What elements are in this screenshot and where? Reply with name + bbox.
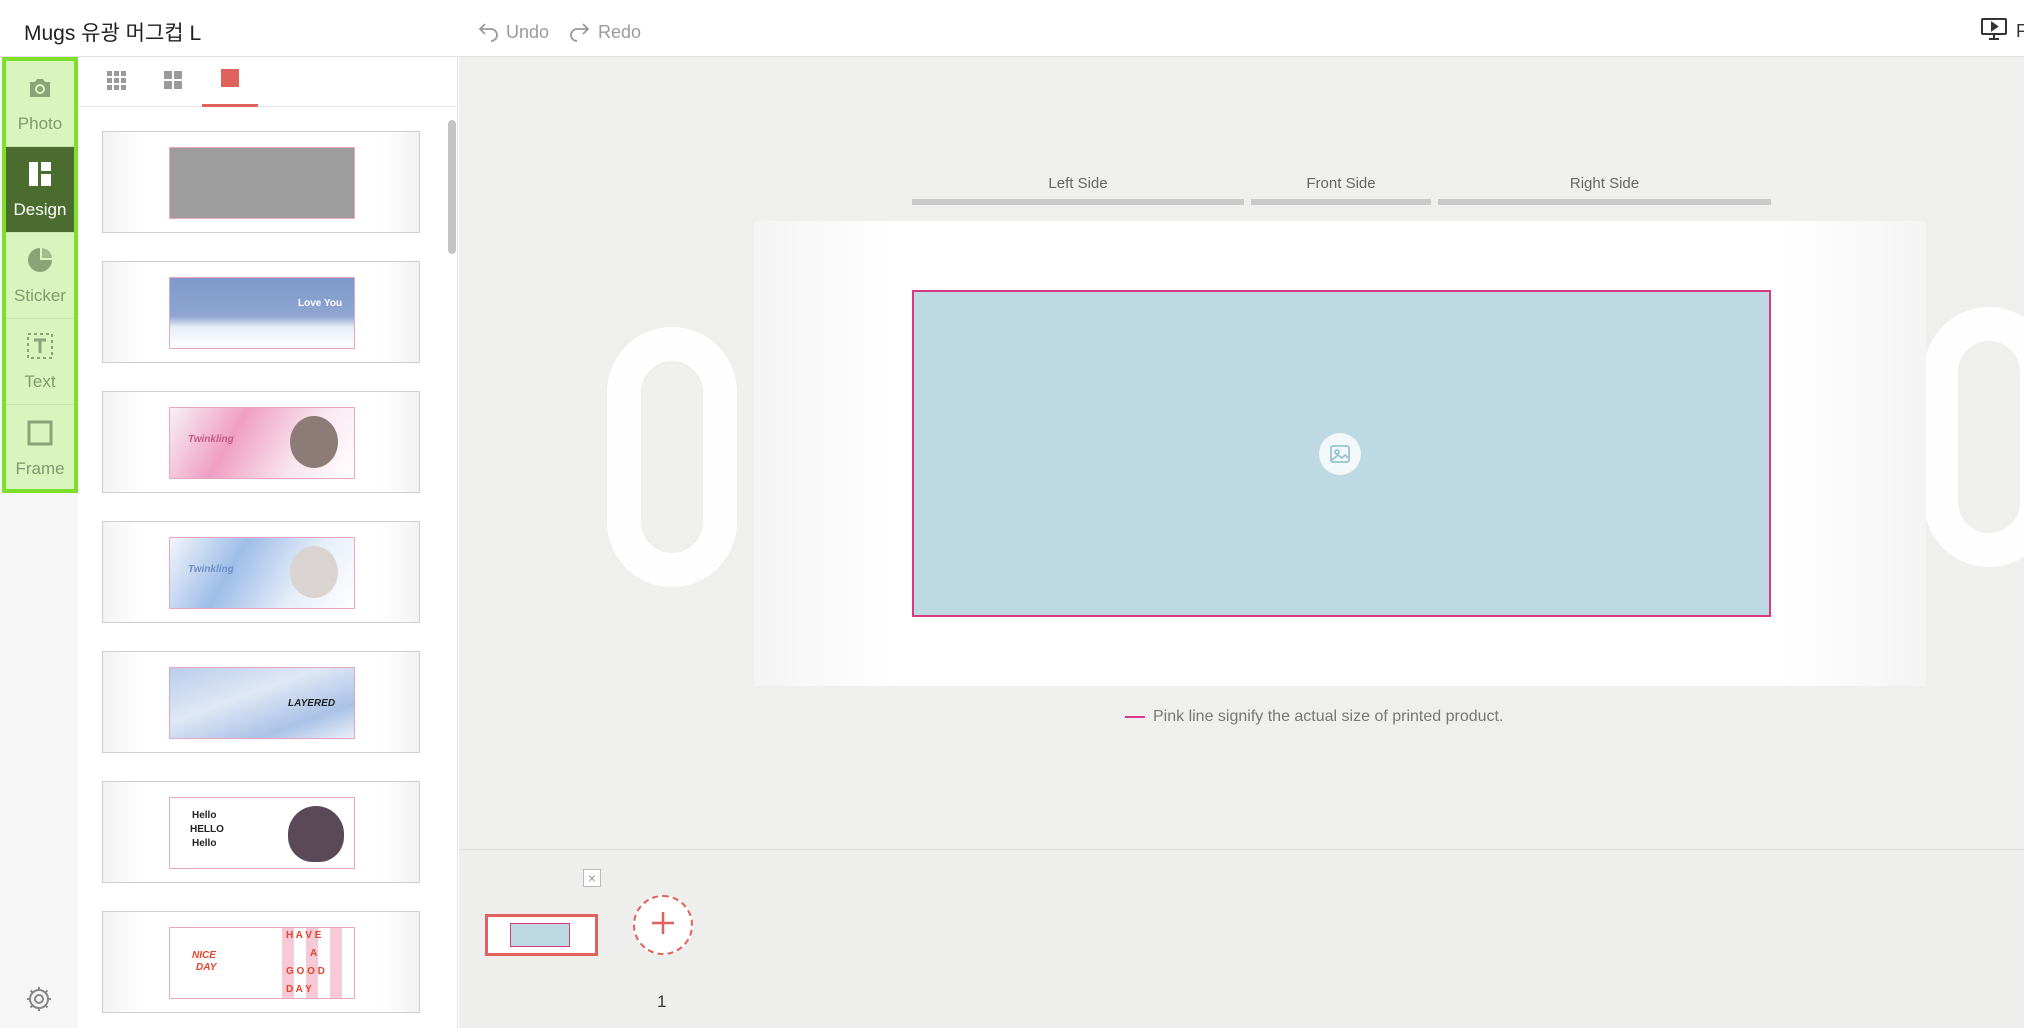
left-side-bar (912, 199, 1244, 205)
grid-4-icon (162, 69, 184, 96)
tool-sticker-label: Sticker (14, 286, 66, 305)
canvas-workspace: Left Side Front Side Right Side Pink lin… (459, 57, 2024, 849)
redo-icon (568, 18, 592, 47)
product-title: Mugs 유광 머그컵 L (24, 22, 202, 45)
tool-design[interactable]: Design (6, 147, 74, 233)
template-gray[interactable] (102, 131, 420, 233)
text-icon (25, 331, 55, 366)
close-icon[interactable]: × (583, 869, 601, 887)
front-side-label: Front Side (1306, 175, 1376, 192)
image-icon[interactable] (1319, 433, 1361, 475)
template-text: DAY (196, 962, 217, 973)
template-text: A (310, 948, 318, 959)
panel-tabs (78, 57, 458, 107)
template-preview: Hello HELLO Hello (169, 797, 355, 869)
undo-icon (476, 18, 500, 47)
pink-line-legend (1125, 716, 1145, 718)
camera-icon (25, 73, 55, 108)
layout-icon (25, 159, 55, 194)
template-text: Hello (192, 838, 217, 849)
template-cloud-sky[interactable]: Love You (102, 261, 420, 363)
template-text: D A Y (286, 984, 312, 995)
template-text: HELLO (190, 824, 224, 835)
template-photo (290, 546, 338, 598)
sticker-icon (25, 245, 55, 280)
tool-frame[interactable]: Frame (6, 405, 74, 491)
add-page-button[interactable] (633, 895, 693, 955)
template-preview (169, 147, 355, 219)
mug-handle-left (607, 327, 737, 587)
tab-single[interactable] (202, 57, 258, 107)
template-text: NICE (192, 950, 216, 961)
template-text: LAYERED (288, 698, 336, 709)
template-have-a-good-day[interactable]: NICE DAY H A V E A G O O D D A Y (102, 911, 420, 1013)
grid-9-icon (105, 69, 127, 96)
monitor-icon (1980, 17, 2008, 46)
tab-grid-small[interactable] (88, 57, 144, 107)
print-size-note-text: Pink line signify the actual size of pri… (1153, 708, 1504, 725)
tool-design-label: Design (13, 200, 67, 219)
design-panel: Love You Twinkling Twinkling LAYERED Hel… (78, 57, 458, 1028)
frame-icon (25, 418, 55, 453)
redo-button[interactable]: Redo (568, 18, 641, 47)
template-preview: Twinkling (169, 537, 355, 609)
right-side-label: Right Side (1569, 175, 1640, 192)
template-photo (288, 806, 344, 862)
template-text: Twinkling (188, 434, 234, 445)
template-text: H A V E (286, 930, 322, 941)
template-pink-twinkling[interactable]: Twinkling (102, 391, 420, 493)
tool-text-label: Text (24, 372, 56, 391)
page-thumbnail[interactable] (485, 914, 598, 956)
tool-photo[interactable]: Photo (6, 61, 74, 147)
template-text: Twinkling (188, 564, 234, 575)
square-icon (219, 67, 241, 94)
template-preview: Love You (169, 277, 355, 349)
left-side-label: Left Side (1048, 175, 1108, 192)
tab-grid-large[interactable] (145, 57, 201, 107)
mug-handle-right (1924, 307, 2024, 567)
tool-frame-label: Frame (15, 458, 65, 478)
pages-strip: × 1 (459, 849, 2024, 1028)
top-header: Mugs 유광 머그컵 L Undo Redo P (0, 0, 2024, 57)
preview-label: P (2016, 21, 2024, 41)
front-side-bar (1251, 199, 1431, 205)
gear-icon[interactable] (24, 984, 54, 1014)
template-text: Love You (298, 298, 343, 309)
template-list: Love You Twinkling Twinkling LAYERED Hel… (78, 107, 448, 1028)
tool-rail: Photo Design Sticker Text Frame (0, 57, 78, 1028)
right-side-bar (1438, 199, 1771, 205)
print-size-note: Pink line signify the actual size of pri… (1125, 708, 1503, 726)
page-number: 1 (657, 992, 667, 1011)
template-text: G O O D (286, 966, 325, 977)
template-blue-twinkling[interactable]: Twinkling (102, 521, 420, 623)
preview-button[interactable]: P (1980, 17, 2024, 46)
tool-group: Photo Design Sticker Text Frame (2, 57, 78, 493)
template-preview: Twinkling (169, 407, 355, 479)
tool-sticker[interactable]: Sticker (6, 233, 74, 319)
template-text: Hello (192, 810, 217, 821)
tool-photo-label: Photo (17, 114, 63, 133)
tool-text[interactable]: Text (6, 319, 74, 405)
undo-button[interactable]: Undo (476, 18, 549, 47)
template-hello-heart[interactable]: Hello HELLO Hello (102, 781, 420, 883)
template-photo (290, 416, 338, 468)
template-layered-sky[interactable]: LAYERED (102, 651, 420, 753)
template-preview: LAYERED (169, 667, 355, 739)
plus-icon (648, 908, 678, 943)
panel-scrollbar[interactable] (448, 120, 456, 254)
undo-label: Undo (506, 22, 550, 42)
page-thumbnail-preview (510, 923, 570, 947)
template-preview: NICE DAY H A V E A G O O D D A Y (169, 927, 355, 999)
redo-label: Redo (598, 22, 642, 42)
